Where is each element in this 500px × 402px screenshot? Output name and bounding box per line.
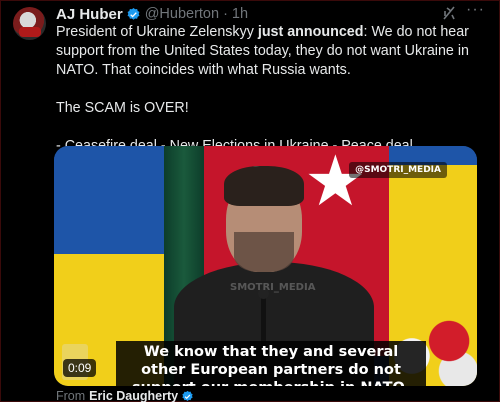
display-name[interactable]: AJ Huber	[56, 6, 123, 23]
timestamp[interactable]: 1h	[232, 6, 248, 22]
tweet-text: President of Ukraine Zelenskyy just anno…	[56, 23, 491, 156]
verified-badge-icon	[127, 7, 140, 20]
grok-icon[interactable]	[441, 5, 457, 21]
avatar[interactable]	[13, 7, 46, 40]
video-player[interactable]: ★ @SMOTRI_MEDIA SMOTRI_MEDIA We know tha…	[54, 146, 477, 386]
watermark-center: SMOTRI_MEDIA	[230, 282, 316, 293]
attribution-name[interactable]: Eric Daugherty	[89, 389, 178, 402]
handle[interactable]: @Huberton	[145, 6, 219, 22]
separator: ·	[223, 6, 228, 22]
tweet-paragraph-1: President of Ukraine Zelenskyy just anno…	[56, 24, 469, 78]
tweet-header: AJ Huber @Huberton · 1h	[56, 5, 248, 23]
video-duration: 0:09	[63, 359, 97, 377]
video-caption: We know that they and several other Euro…	[116, 341, 426, 386]
tweet-paragraph-2: The SCAM is OVER!	[56, 100, 189, 116]
watermark-tag: @SMOTRI_MEDIA	[349, 162, 447, 178]
more-icon[interactable]: ···	[466, 1, 485, 19]
attribution: From Eric Daugherty	[56, 389, 198, 402]
tweet-card[interactable]: AJ Huber @Huberton · 1h ··· President of…	[0, 0, 500, 402]
attribution-prefix: From	[56, 389, 86, 402]
verified-badge-icon	[182, 390, 193, 401]
